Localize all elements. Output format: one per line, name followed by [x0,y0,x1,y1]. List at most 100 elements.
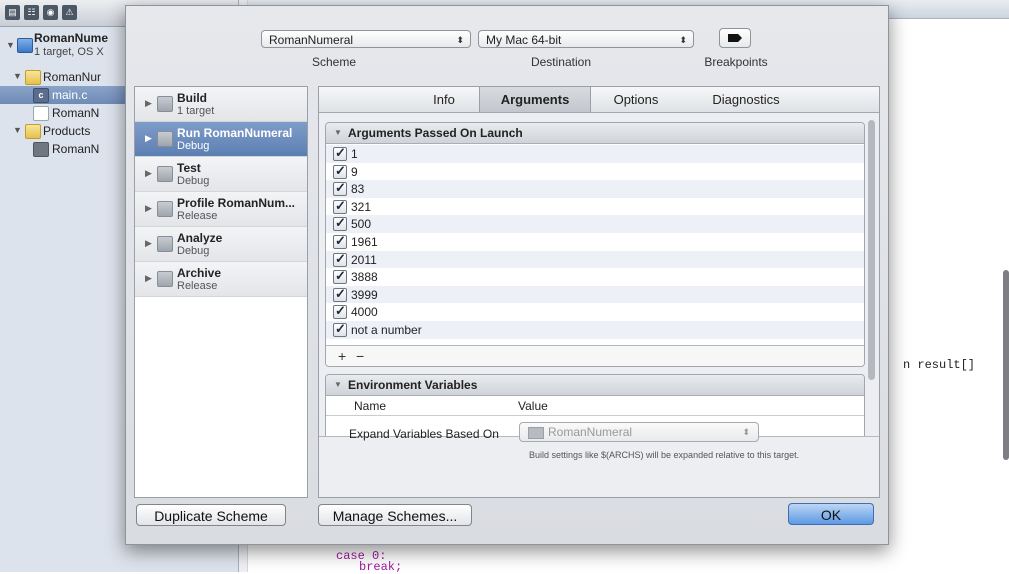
argument-checkbox[interactable]: ✓ [333,198,347,214]
disclosure-triangle-icon[interactable]: ▶ [145,133,152,144]
disclosure-triangle-icon[interactable]: ▶ [145,168,152,179]
action-title: Test [177,161,201,175]
file-name: main.c [52,88,88,102]
action-build[interactable]: ▶ Build 1 target [135,87,307,122]
editor-scrollbar[interactable] [1003,270,1009,460]
checkmark-icon: ✓ [335,180,346,196]
ok-button[interactable]: OK [788,503,874,525]
argument-value[interactable]: 1961 [351,235,378,249]
arguments-footer: + − [326,345,864,366]
env-value-column-header[interactable]: Value [518,399,548,413]
argument-row[interactable]: ✓ 3999 [326,285,864,304]
remove-argument-button[interactable]: − [356,348,364,364]
action-test[interactable]: ▶ Test Debug [135,157,307,192]
argument-row[interactable]: ✓ 4000 [326,303,864,321]
disclosure-triangle-icon[interactable]: ▼ [334,375,342,395]
environment-header[interactable]: ▼ Environment Variables [326,375,864,396]
argument-checkbox[interactable]: ✓ [333,180,347,197]
build-icon [157,96,173,112]
scheme-popup[interactable]: RomanNumeral ⬍ [261,30,471,48]
disclosure-triangle-icon[interactable]: ▶ [145,273,152,284]
argument-row[interactable]: ✓ 1 [326,145,864,163]
arguments-header[interactable]: ▼ Arguments Passed On Launch [326,123,864,144]
checkmark-icon: ✓ [335,215,346,231]
argument-checkbox[interactable]: ✓ [333,233,347,249]
test-icon [157,166,173,182]
env-name-column-header[interactable]: Name [354,399,386,413]
action-profile[interactable]: ▶ Profile RomanNum... Release [135,192,307,227]
symbol-navigator-icon[interactable]: ☷ [24,5,39,20]
disclosure-triangle-icon[interactable]: ▼ [6,40,15,50]
argument-value[interactable]: 3888 [351,270,378,284]
tab-diagnostics[interactable]: Diagnostics [691,87,801,112]
manage-schemes-button[interactable]: Manage Schemes... [318,504,472,526]
argument-row[interactable]: ✓ 83 [326,180,864,198]
argument-checkbox[interactable]: ✓ [333,163,347,179]
disclosure-triangle-icon[interactable]: ▼ [13,71,22,81]
destination-popup[interactable]: My Mac 64-bit ⬍ [478,30,694,48]
scheme-action-list: ▶ Build 1 target ▶ Run RomanNumeral Debu… [134,86,308,498]
tab-arguments[interactable]: Arguments [479,87,591,112]
argument-row[interactable]: ✓ 2011 [326,250,864,269]
argument-value[interactable]: 1 [351,147,358,161]
popup-arrows-icon: ⬍ [679,35,687,45]
popup-arrows-icon: ⬍ [456,35,464,45]
folder-icon [25,70,41,85]
argument-value[interactable]: 321 [351,200,371,214]
argument-value[interactable]: 500 [351,217,371,231]
argument-value[interactable]: 4000 [351,305,378,319]
duplicate-scheme-button[interactable]: Duplicate Scheme [136,504,286,526]
argument-checkbox[interactable]: ✓ [333,286,347,302]
argument-checkbox[interactable]: ✓ [333,145,347,161]
destination-popup-value: My Mac 64-bit [486,33,562,47]
argument-value[interactable]: 2011 [351,253,377,267]
argument-row[interactable]: ✓ not a number [326,321,864,339]
disclosure-triangle-icon[interactable]: ▶ [145,238,152,249]
target-icon [528,427,544,439]
action-archive[interactable]: ▶ Archive Release [135,262,307,297]
disclosure-triangle-icon[interactable]: ▼ [334,123,342,143]
arguments-header-label: Arguments Passed On Launch [348,126,523,140]
search-navigator-icon[interactable]: ◉ [43,5,58,20]
folder-icon [25,124,41,139]
action-analyze[interactable]: ▶ Analyze Debug [135,227,307,262]
scheme-popup-value: RomanNumeral [269,33,354,47]
file-name: RomanN [52,106,100,120]
argument-row[interactable]: ✓ 500 [326,215,864,233]
action-settings-panel: Info Arguments Options Diagnostics ▼ Arg… [318,86,880,498]
action-subtitle: Release [177,210,218,222]
argument-row[interactable]: ✓ 1961 [326,233,864,251]
argument-row[interactable]: ✓ 321 [326,198,864,216]
add-argument-button[interactable]: + [338,348,346,364]
argument-value[interactable]: not a number [351,323,422,337]
argument-checkbox[interactable]: ✓ [333,321,347,337]
breakpoints-button[interactable] [719,28,751,48]
argument-value[interactable]: 3999 [351,288,378,302]
argument-value[interactable]: 9 [351,165,358,179]
issue-navigator-icon[interactable]: ⚠ [62,5,77,20]
argument-value[interactable]: 83 [351,182,364,196]
disclosure-triangle-icon[interactable]: ▶ [145,98,152,109]
group-name: RomanNur [43,70,102,84]
project-navigator-icon[interactable]: ▤ [5,5,20,20]
panel-scrollbar[interactable] [868,120,875,380]
action-run[interactable]: ▶ Run RomanNumeral Debug [135,122,307,157]
action-subtitle: Debug [177,245,210,257]
tab-options[interactable]: Options [591,87,681,112]
disclosure-triangle-icon[interactable]: ▼ [13,125,22,135]
analyze-icon [157,236,173,252]
argument-checkbox[interactable]: ✓ [333,268,347,285]
disclosure-triangle-icon[interactable]: ▶ [145,203,152,214]
argument-checkbox[interactable]: ✓ [333,303,347,320]
code-fragment: n result[] [903,358,976,372]
expand-variables-help-text: Build settings like $(ARCHS) will be exp… [529,450,800,460]
tab-info[interactable]: Info [409,87,479,112]
expand-variables-popup[interactable]: RomanNumeral ⬍ [519,422,759,442]
argument-checkbox[interactable]: ✓ [333,251,347,267]
action-title: Profile RomanNum... [177,196,296,210]
sheet-header: RomanNumeral ⬍ My Mac 64-bit ⬍ Scheme De… [126,6,888,86]
run-icon [157,131,173,147]
argument-checkbox[interactable]: ✓ [333,215,347,232]
argument-row[interactable]: ✓ 3888 [326,268,864,286]
argument-row[interactable]: ✓ 9 [326,163,864,181]
